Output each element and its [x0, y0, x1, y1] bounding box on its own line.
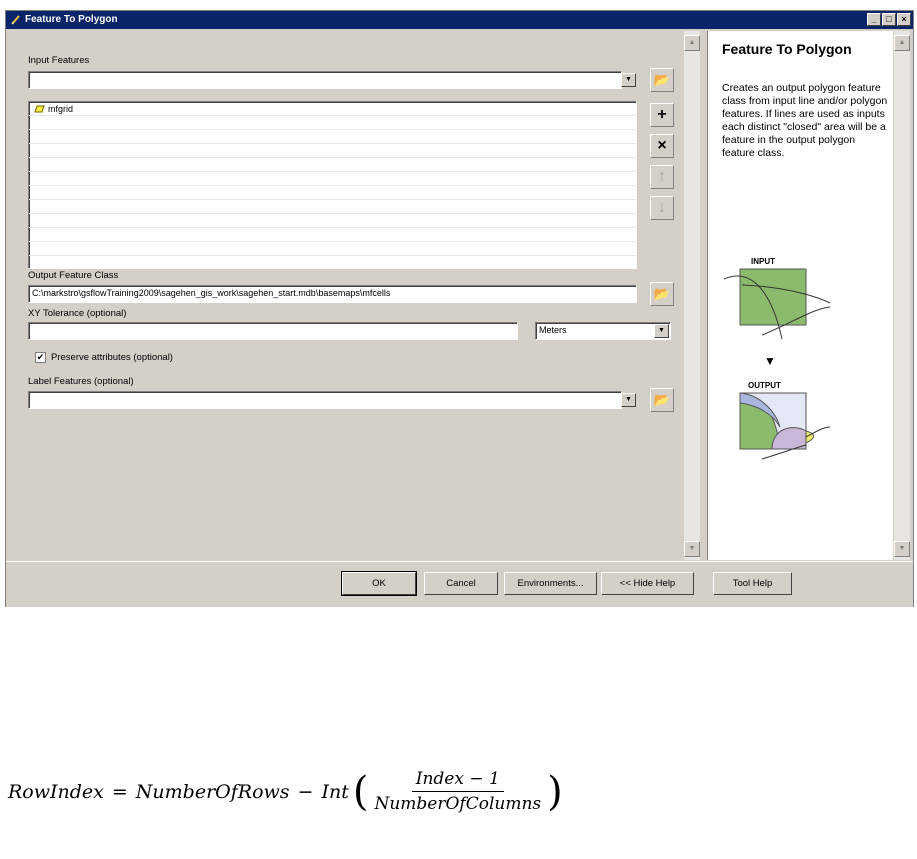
input-features-label: Input Features [28, 55, 90, 66]
input-diagram-image [723, 268, 831, 340]
formula-lhs: RowIndex [8, 780, 104, 803]
formula-minus: − [297, 780, 314, 803]
row-index-formula: RowIndex = NumberOfRows − Int ( Index − … [8, 768, 563, 815]
folder-icon: 📂 [653, 72, 671, 87]
help-title: Feature To Polygon [722, 41, 852, 57]
move-up-button[interactable]: ↑ [650, 165, 674, 189]
move-down-button[interactable]: ↓ [650, 196, 674, 220]
list-item-label: mfgrid [48, 104, 74, 114]
folder-icon: 📂 [653, 392, 671, 407]
formula-numerator: Index − 1 [411, 769, 504, 792]
title-bar[interactable]: Feature To Polygon _ □ × [6, 11, 913, 29]
formula-denominator: NumberOfColumns [374, 794, 542, 814]
xy-tolerance-input[interactable] [28, 322, 518, 340]
help-scroll-down-button[interactable]: ▼ [894, 541, 910, 557]
input-features-dropdown[interactable]: ▼ [621, 73, 636, 87]
help-text: Creates an output polygon feature class … [722, 82, 888, 159]
hide-help-button[interactable]: << Hide Help [601, 572, 694, 595]
formula-function: Int [321, 780, 349, 803]
formula-minuend: NumberOfRows [135, 780, 290, 803]
input-features-list[interactable]: mfgrid [28, 101, 637, 269]
arrow-up-icon: ↑ [658, 168, 666, 185]
close-button[interactable]: × [897, 13, 911, 26]
environments-button[interactable]: Environments... [504, 572, 597, 595]
help-scrollbar[interactable]: ▲ ▼ [894, 31, 910, 560]
minimize-button[interactable]: _ [867, 13, 881, 26]
add-input-button[interactable]: + [650, 103, 674, 127]
xy-tolerance-units-select[interactable]: Meters [535, 322, 671, 340]
button-bar: OK Cancel Environments... << Hide Help T… [6, 561, 913, 607]
output-diagram-image [739, 392, 831, 460]
maximize-button[interactable]: □ [882, 13, 896, 26]
parameters-scrollbar[interactable]: ▲ ▼ [684, 31, 700, 560]
formula-equals: = [111, 780, 128, 803]
arrow-down-icon: ↓ [658, 199, 666, 216]
formula-fraction: Index − 1 NumberOfColumns [370, 769, 545, 814]
xy-tolerance-label: XY Tolerance (optional) [28, 308, 127, 319]
plus-icon: + [657, 106, 667, 123]
ok-button[interactable]: OK [341, 571, 417, 596]
preserve-attributes-label: Preserve attributes (optional) [51, 352, 173, 363]
arrow-down-icon: ▼ [764, 354, 776, 368]
tool-help-button[interactable]: Tool Help [713, 572, 792, 595]
parameters-panel: Input Features ▼ 📂 mfgrid + × ↑ ↓ Output… [8, 31, 702, 560]
label-features-label: Label Features (optional) [28, 376, 134, 387]
scroll-down-button[interactable]: ▼ [684, 541, 700, 557]
help-panel: Feature To Polygon Creates an output pol… [707, 31, 910, 560]
browse-output-button[interactable]: 📂 [650, 282, 674, 306]
close-icon: × [657, 137, 667, 154]
preserve-attributes-checkbox[interactable]: ✔ [35, 352, 46, 363]
output-feature-class-label: Output Feature Class [28, 270, 119, 281]
label-features-dropdown[interactable]: ▼ [621, 393, 636, 407]
browse-label-button[interactable]: 📂 [650, 388, 674, 412]
browse-input-button[interactable]: 📂 [650, 68, 674, 92]
list-item[interactable]: mfgrid [29, 102, 636, 116]
units-dropdown[interactable]: ▼ [654, 324, 669, 338]
polygon-layer-icon [34, 105, 45, 113]
cancel-button[interactable]: Cancel [424, 572, 498, 595]
remove-input-button[interactable]: × [650, 134, 674, 158]
tool-icon [11, 15, 20, 25]
label-features-field[interactable] [28, 391, 622, 409]
output-feature-class-field[interactable]: C:\markstro\gsflowTraining2009\sagehen_g… [28, 285, 637, 303]
scroll-up-button[interactable]: ▲ [684, 35, 700, 51]
folder-icon: 📂 [653, 286, 671, 301]
input-features-field[interactable] [28, 71, 622, 89]
feature-to-polygon-dialog: Feature To Polygon _ □ × Input Features … [5, 10, 914, 607]
window-title: Feature To Polygon [25, 14, 118, 25]
help-scroll-up-button[interactable]: ▲ [894, 35, 910, 51]
